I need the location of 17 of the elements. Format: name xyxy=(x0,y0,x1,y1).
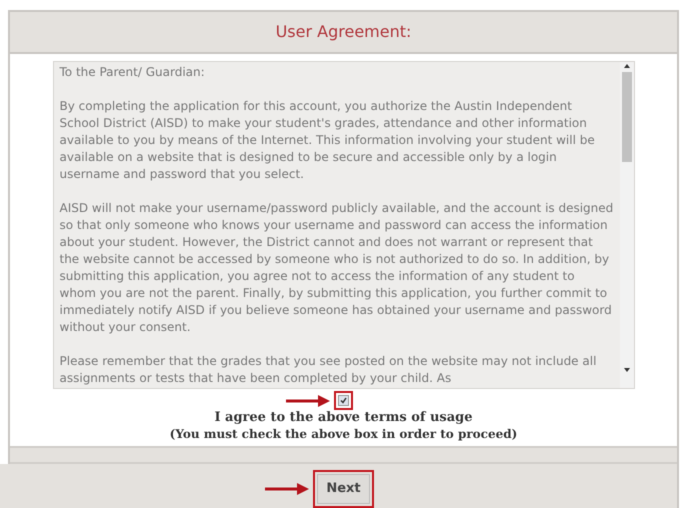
agree-label: I agree to the above terms of usage xyxy=(214,410,473,426)
next-button[interactable]: Next xyxy=(317,474,370,504)
agreement-paragraph: By completing the application for this account, you authorize the Austin Independent School District (AISD) to make your student's grades, attendance and other information available to you by means of the Internet. This information involving your student will be available on a website that is designed to be secure and accessible only by a login username and password that you select. xyxy=(60,98,596,183)
agreement-textarea[interactable] xyxy=(52,61,634,389)
agreement-paragraph: Please remember that the grades that you see posted on the website may not include all assignments or tests that have been completed by your child. As xyxy=(60,353,598,387)
agreement-paragraph: AISD will not make your username/password publicly available, and the account is designed so that only someone who knows your username and password can access the information about your student. However, the District cannot and does not warrant or represent that the website cannot be accessed by someone who is not authorized to do so. In addition, by submitting this application, you agree not to access the information of any student to whom you are not the parent. Finally, by submitting this application, you further commit to immediately notify AISD if you believe someone has obtained your username and password without your consent. xyxy=(60,200,614,336)
arrow-icon xyxy=(265,483,310,495)
page-title: User Agreement: xyxy=(276,21,412,43)
agree-checkbox[interactable] xyxy=(338,395,349,406)
checkmark-icon xyxy=(340,397,347,404)
scrollbar[interactable] xyxy=(620,62,634,388)
agreement-paragraph: To the Parent/ Guardian: xyxy=(60,64,206,81)
scroll-down-icon[interactable] xyxy=(624,368,630,372)
agree-note: (You must check the above box in order to proceed) xyxy=(170,426,518,442)
scrollbar-thumb[interactable] xyxy=(622,72,632,162)
arrow-icon xyxy=(286,394,330,406)
scroll-up-icon[interactable] xyxy=(624,64,630,68)
